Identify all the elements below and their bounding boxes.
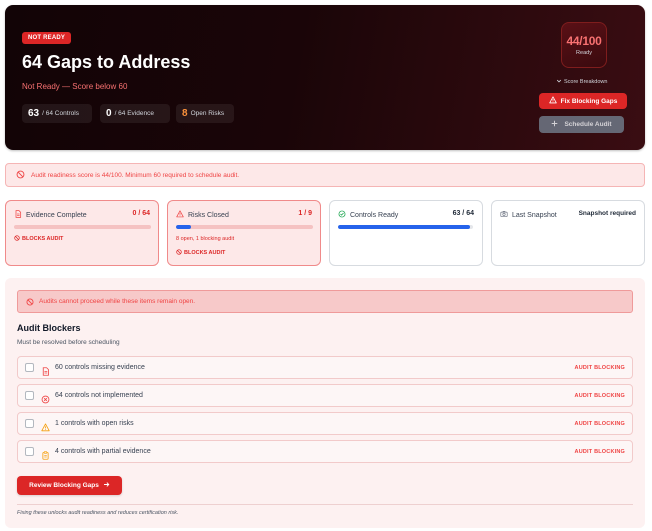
- card-title-label: Controls Ready: [350, 211, 399, 219]
- score-value: 44/100: [566, 34, 602, 48]
- blockers-footer: Fixing these unlocks audit readiness and…: [17, 510, 179, 516]
- document-icon: [41, 363, 50, 376]
- readiness-hero: NOT READY 64 Gaps to Address Not Ready —…: [5, 5, 645, 150]
- x-circle-icon: [41, 391, 50, 404]
- stat-controls: 63 / 64 Controls: [22, 104, 92, 123]
- blocker-checkbox[interactable]: [25, 363, 34, 372]
- stat-value: 8: [182, 108, 188, 119]
- blockers-alert: Audits cannot proceed while these items …: [17, 290, 633, 313]
- status-badge: NOT READY: [22, 32, 72, 44]
- card-count: 63 / 64: [452, 210, 474, 217]
- review-button-label: Review Blocking Gaps: [29, 482, 99, 489]
- blocker-label: 64 controls not implemented: [55, 392, 143, 399]
- stat-label: Open Risks: [190, 110, 225, 117]
- blocks-audit-label: BLOCKS AUDIT: [184, 250, 226, 256]
- warning-icon: [548, 96, 557, 106]
- blocker-row[interactable]: 1 controls with open risks AUDIT BLOCKIN…: [17, 412, 633, 435]
- blocker-checkbox[interactable]: [25, 447, 34, 456]
- plus-icon: [551, 120, 558, 129]
- snapshot-value: Snapshot required: [578, 210, 636, 217]
- card-evidence-complete[interactable]: Evidence Complete 0 / 64 BLOCKS AUDIT: [5, 200, 159, 266]
- blockers-subtitle: Must be resolved before scheduling: [17, 339, 120, 346]
- stat-risks: 8 Open Risks: [176, 104, 234, 123]
- blocker-label: 60 controls missing evidence: [55, 364, 145, 371]
- chevron-down-icon: [556, 78, 562, 86]
- blocker-row[interactable]: 60 controls missing evidence AUDIT BLOCK…: [17, 356, 633, 379]
- ban-icon: [14, 235, 20, 243]
- risks-progress-fill: [176, 225, 192, 229]
- card-title-label: Evidence Complete: [26, 211, 87, 219]
- score-breakdown-label: Score Breakdown: [564, 79, 608, 85]
- blocks-audit-badge: BLOCKS AUDIT: [176, 249, 225, 257]
- stat-evidence: 0 / 64 Evidence: [100, 104, 170, 123]
- fix-blocking-gaps-button[interactable]: Fix Blocking Gaps: [539, 93, 627, 109]
- card-title: Evidence Complete: [14, 210, 87, 220]
- audit-blocking-tag: AUDIT BLOCKING: [574, 449, 625, 455]
- blocker-label: 1 controls with open risks: [55, 420, 134, 427]
- score-label: Ready: [576, 50, 592, 56]
- card-title: Controls Ready: [338, 210, 398, 220]
- stat-value: 63: [28, 108, 40, 119]
- readiness-alert: Audit readiness score is 44/100. Minimum…: [5, 163, 645, 187]
- card-last-snapshot[interactable]: Last Snapshot Snapshot required: [491, 200, 645, 266]
- arrow-right-icon: [103, 481, 110, 490]
- evidence-progress-track: [14, 225, 151, 229]
- card-title-label: Last Snapshot: [512, 211, 557, 219]
- blocker-row[interactable]: 4 controls with partial evidence AUDIT B…: [17, 440, 633, 463]
- controls-progress-fill: [338, 225, 471, 229]
- document-icon: [14, 210, 22, 220]
- stat-value: 0: [106, 108, 112, 119]
- review-blocking-gaps-button[interactable]: Review Blocking Gaps: [17, 476, 122, 495]
- divider: [17, 504, 633, 505]
- readiness-score: 44/100 Ready: [561, 22, 607, 68]
- audit-blocking-tag: AUDIT BLOCKING: [574, 393, 625, 399]
- blockers-alert-text: Audits cannot proceed while these items …: [39, 298, 196, 305]
- risks-note: 8 open, 1 blocking audit: [176, 236, 235, 242]
- warning-icon: [41, 419, 50, 432]
- ban-icon: [26, 293, 34, 311]
- audit-blocking-tag: AUDIT BLOCKING: [574, 421, 625, 427]
- hero-subtitle: Not Ready — Score below 60: [22, 82, 128, 91]
- blocker-checkbox[interactable]: [25, 419, 34, 428]
- stat-label: / 64 Evidence: [114, 110, 154, 117]
- blocker-row[interactable]: 64 controls not implemented AUDIT BLOCKI…: [17, 384, 633, 407]
- card-title: Risks Closed: [176, 210, 229, 220]
- controls-progress-track: [338, 225, 473, 229]
- blocks-audit-label: BLOCKS AUDIT: [22, 236, 64, 242]
- fix-button-label: Fix Blocking Gaps: [560, 97, 618, 105]
- audit-blockers-panel: Audits cannot proceed while these items …: [5, 278, 645, 528]
- score-breakdown-toggle[interactable]: Score Breakdown: [556, 78, 607, 86]
- card-risks-closed[interactable]: Risks Closed 1 / 9 8 open, 1 blocking au…: [167, 200, 321, 266]
- blockers-title: Audit Blockers: [17, 323, 81, 333]
- card-title-label: Risks Closed: [188, 211, 229, 219]
- alert-text: Audit readiness score is 44/100. Minimum…: [31, 171, 240, 179]
- card-title: Last Snapshot: [500, 210, 557, 220]
- risks-progress-track: [176, 225, 313, 229]
- schedule-button-label: Schedule Audit: [564, 121, 612, 128]
- ban-icon: [16, 166, 25, 184]
- card-count: 0 / 64: [132, 210, 150, 217]
- camera-icon: [500, 210, 508, 220]
- page-title: 64 Gaps to Address: [22, 52, 191, 72]
- schedule-audit-button[interactable]: Schedule Audit: [539, 116, 624, 133]
- ban-icon: [176, 249, 182, 257]
- audit-blocking-tag: AUDIT BLOCKING: [574, 365, 625, 371]
- card-count: 1 / 9: [298, 210, 312, 217]
- blocker-label: 4 controls with partial evidence: [55, 448, 151, 455]
- stat-label: / 64 Controls: [42, 110, 79, 117]
- card-controls-ready[interactable]: Controls Ready 63 / 64: [329, 200, 483, 266]
- clipboard-icon: [41, 447, 50, 460]
- blocker-checkbox[interactable]: [25, 391, 34, 400]
- blocks-audit-badge: BLOCKS AUDIT: [14, 235, 63, 243]
- warning-icon: [176, 210, 184, 220]
- check-circle-icon: [338, 210, 346, 220]
